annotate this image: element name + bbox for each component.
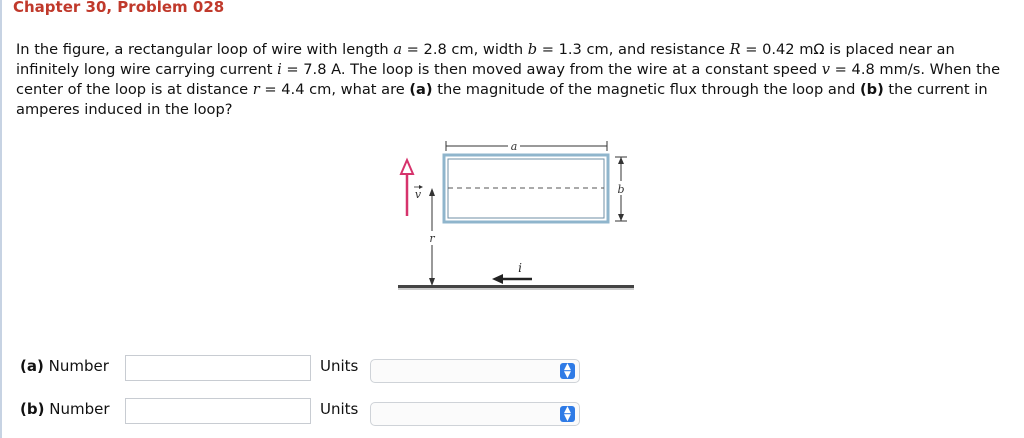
symbol-b: b — [527, 41, 538, 58]
units-select-a[interactable]: ▲ ▼ — [370, 359, 580, 383]
label-b: b — [617, 183, 624, 196]
symbol-v: v — [821, 61, 831, 78]
answer-label-a: (a) Number — [20, 357, 109, 375]
label-a: a — [511, 140, 518, 153]
symbol-a: a — [393, 41, 403, 58]
number-input-b[interactable] — [125, 398, 311, 424]
part-a-marker: (a) — [409, 81, 433, 98]
part-label: (b) — [20, 400, 45, 418]
answer-row-b: (b) Number Units ▲ ▼ — [0, 398, 1024, 428]
symbol-r-distance: r — [252, 81, 260, 98]
problem-text: In the figure, a rectangular loop of wir… — [16, 41, 394, 58]
problem-text: = 7.8 A. The loop is then moved away fro… — [281, 61, 822, 78]
velocity-arrowhead — [399, 157, 415, 175]
answer-row-a: (a) Number Units ▲ ▼ — [0, 355, 1024, 385]
chevron-up-down-icon: ▲ ▼ — [560, 363, 575, 380]
loop-figure: a b v r i — [398, 139, 634, 290]
units-label-a: Units — [320, 357, 359, 375]
part-label: (a) — [20, 357, 44, 375]
problem-text: = 2.8 cm, width — [402, 41, 528, 58]
units-label-b: Units — [320, 400, 359, 418]
number-input-a[interactable] — [125, 355, 311, 381]
number-label: Number — [49, 400, 110, 418]
label-v: v — [415, 188, 422, 201]
part-b-marker: (b) — [859, 81, 884, 98]
label-i: i — [518, 261, 522, 275]
units-select-b[interactable]: ▲ ▼ — [370, 402, 580, 426]
problem-text: = 1.3 cm, and resistance — [537, 41, 730, 58]
answer-label-b: (b) Number — [20, 400, 110, 418]
problem-text: the magnitude of the magnetic flux throu… — [432, 81, 860, 98]
label-r: r — [429, 232, 435, 245]
problem-text: = 4.4 cm, what are — [259, 81, 410, 98]
long-wire — [398, 285, 634, 288]
current-arrowhead — [492, 274, 503, 284]
page-title: Chapter 30, Problem 028 — [13, 0, 225, 16]
problem-statement: In the figure, a rectangular loop of wir… — [16, 40, 1020, 120]
chevron-up-down-icon: ▲ ▼ — [560, 406, 575, 423]
number-label: Number — [48, 357, 109, 375]
rectangular-loop-inner — [447, 158, 605, 219]
symbol-r-resistance: R — [729, 41, 741, 58]
